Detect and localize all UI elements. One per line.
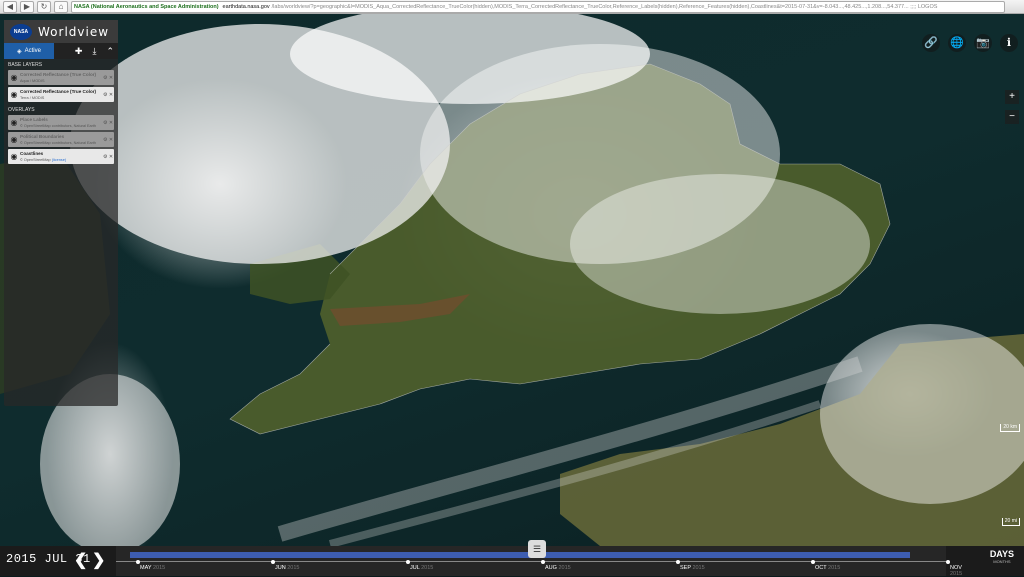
month-name: JUL <box>410 565 420 571</box>
address-bar[interactable]: NASA (National Aeronautics and Space Adm… <box>71 0 1005 13</box>
scale-mi: 20 mi <box>1001 518 1020 526</box>
layer-panel: NASA Worldview ◈ Active ✚ ⤓ ⌃ BASE LAYER… <box>4 20 118 406</box>
download-icon[interactable]: ⤓ <box>92 46 96 57</box>
overlays-heading: OVERLAYS <box>8 107 35 113</box>
add-layer-icon[interactable]: ✚ <box>75 46 83 57</box>
month-year: 2015 <box>287 565 300 571</box>
map-toolbar: 🔗 🌐 📷 ℹ <box>922 34 1018 52</box>
globe-icon[interactable]: 🌐 <box>948 34 966 52</box>
month-label[interactable]: AUG 2015 <box>545 565 571 571</box>
month-year: 2015 <box>692 565 705 571</box>
visibility-icon[interactable]: ◉ <box>8 152 20 161</box>
visibility-hidden-icon[interactable]: ◉ <box>8 73 20 82</box>
month-year: 2015 <box>152 565 166 571</box>
layer-source: © OpenStreetMap contributors, Natural Ea… <box>20 123 97 128</box>
month-name: OCT <box>815 565 827 571</box>
collapse-icon[interactable]: ⌃ <box>106 46 114 57</box>
layers-icon: ◈ <box>17 48 22 55</box>
month-name: AUG <box>545 565 557 571</box>
next-day-icon[interactable]: ❯ <box>92 550 105 570</box>
zoom-controls: + − <box>1005 90 1019 130</box>
link-icon[interactable]: 🔗 <box>922 34 940 52</box>
layer-source: © OpenStreetMap contributors, Natural Ea… <box>20 140 97 145</box>
timeline-track[interactable]: MAY 2015 JUN 2015 JUL 2015 AUG 2015 SEP 2015… <box>116 540 962 577</box>
license-link[interactable]: (license) <box>52 158 66 162</box>
month-year: 2015 <box>828 565 841 571</box>
base-layers-heading: BASE LAYERS <box>8 62 43 68</box>
layer-source-text: © OpenStreetMap <box>20 157 51 162</box>
panel-tabs: ◈ Active ✚ ⤓ ⌃ <box>4 43 118 59</box>
timeline: 2015 JUL 31 ❮ ❯ MAY 2015 JUN 2015 JUL 2015… <box>0 540 1024 577</box>
layer-source: © OpenStreetMap (license) <box>20 157 102 163</box>
satellite-map[interactable]: 🔗 🌐 📷 ℹ + − 20 km 20 mi <box>0 14 1024 546</box>
month-marker <box>946 560 950 564</box>
cloud-field-southeast <box>570 174 870 314</box>
month-label[interactable]: JUN 2015 <box>275 565 299 571</box>
layer-options-icon[interactable]: ⚙ ✕ <box>102 92 114 98</box>
map-imagery <box>0 14 1024 546</box>
tab-active-layers[interactable]: ◈ Active <box>4 43 54 59</box>
url-domain: earthdata.nasa.gov <box>222 3 270 10</box>
month-marker <box>271 560 275 564</box>
month-year: 2015 <box>950 571 963 577</box>
month-marker <box>811 560 815 564</box>
layer-item[interactable]: ◉ Corrected Reflectance (True Color) Ter… <box>8 87 114 102</box>
layer-options-icon[interactable]: ⚙ ✕ <box>102 75 114 81</box>
zoom-level-sub: MONTHS <box>993 559 1011 564</box>
info-icon[interactable]: ℹ <box>1000 34 1018 52</box>
zoom-out-button[interactable]: − <box>1005 110 1019 124</box>
tab-active-label: Active <box>24 48 41 54</box>
zoom-level-label: DAYS <box>989 549 1014 559</box>
month-year: 2015 <box>558 565 571 571</box>
url-path: /labs/worldview/?p=geographic&l=MODIS_Aq… <box>271 3 938 10</box>
month-label[interactable]: SEP 2015 <box>680 565 705 571</box>
month-marker <box>541 560 545 564</box>
timeline-zoom-level[interactable]: DAYS MONTHS <box>990 549 1014 564</box>
month-label[interactable]: OCT 2015 <box>815 565 840 571</box>
camera-icon[interactable]: 📷 <box>974 34 992 52</box>
ev-certificate-badge: NASA (National Aeronautics and Space Adm… <box>74 3 219 10</box>
month-name: JUN <box>275 565 286 571</box>
previous-day-icon[interactable]: ❮ <box>74 550 87 570</box>
month-year: 2015 <box>421 565 434 571</box>
scale-km: 20 km <box>1000 424 1020 432</box>
month-label[interactable]: JUL 2015 <box>410 565 433 571</box>
layer-name: Corrected Reflectance (True Color) <box>20 71 97 77</box>
timeline-handle[interactable]: ☰ <box>528 540 546 558</box>
browser-toolbar: ◀ ▶ ↻ ⌂ NASA (National Aeronautics and S… <box>0 0 1024 14</box>
layer-item[interactable]: ◉ Place Labels © OpenStreetMap contribut… <box>8 115 114 130</box>
month-name: MAY <box>140 565 152 571</box>
layer-item[interactable]: ◉ Corrected Reflectance (True Color) Aqu… <box>8 70 114 85</box>
layer-source: Aqua / MODIS <box>20 78 45 83</box>
month-name: SEP <box>680 565 691 571</box>
month-label[interactable]: MAY 2015 <box>140 565 165 571</box>
month-label[interactable]: NOV 2015 <box>950 565 962 577</box>
zoom-in-button[interactable]: + <box>1005 90 1019 104</box>
back-icon[interactable]: ◀ <box>3 0 17 13</box>
timeline-data-band <box>130 552 910 558</box>
app-header: NASA Worldview <box>4 20 118 43</box>
visibility-hidden-icon[interactable]: ◉ <box>8 135 20 144</box>
reload-icon[interactable]: ↻ <box>37 0 51 13</box>
visibility-icon[interactable]: ◉ <box>8 90 20 99</box>
timeline-axis <box>116 561 946 562</box>
month-marker <box>676 560 680 564</box>
month-marker <box>406 560 410 564</box>
layer-options-icon[interactable]: ⚙ ✕ <box>102 154 114 160</box>
app-title: Worldview <box>38 24 110 39</box>
layer-source: Terra / MODIS <box>20 95 45 100</box>
layer-item[interactable]: ◉ Coastlines © OpenStreetMap (license) ⚙… <box>8 149 114 164</box>
visibility-hidden-icon[interactable]: ◉ <box>8 118 20 127</box>
layer-name: Corrected Reflectance (True Color) <box>20 88 97 94</box>
nasa-logo: NASA <box>10 23 32 40</box>
home-icon[interactable]: ⌂ <box>54 0 68 13</box>
forward-icon[interactable]: ▶ <box>20 0 34 13</box>
layer-options-icon[interactable]: ⚙ ✕ <box>102 120 114 126</box>
month-marker <box>136 560 140 564</box>
layer-item[interactable]: ◉ Political Boundaries © OpenStreetMap c… <box>8 132 114 147</box>
layer-options-icon[interactable]: ⚙ ✕ <box>102 137 114 143</box>
